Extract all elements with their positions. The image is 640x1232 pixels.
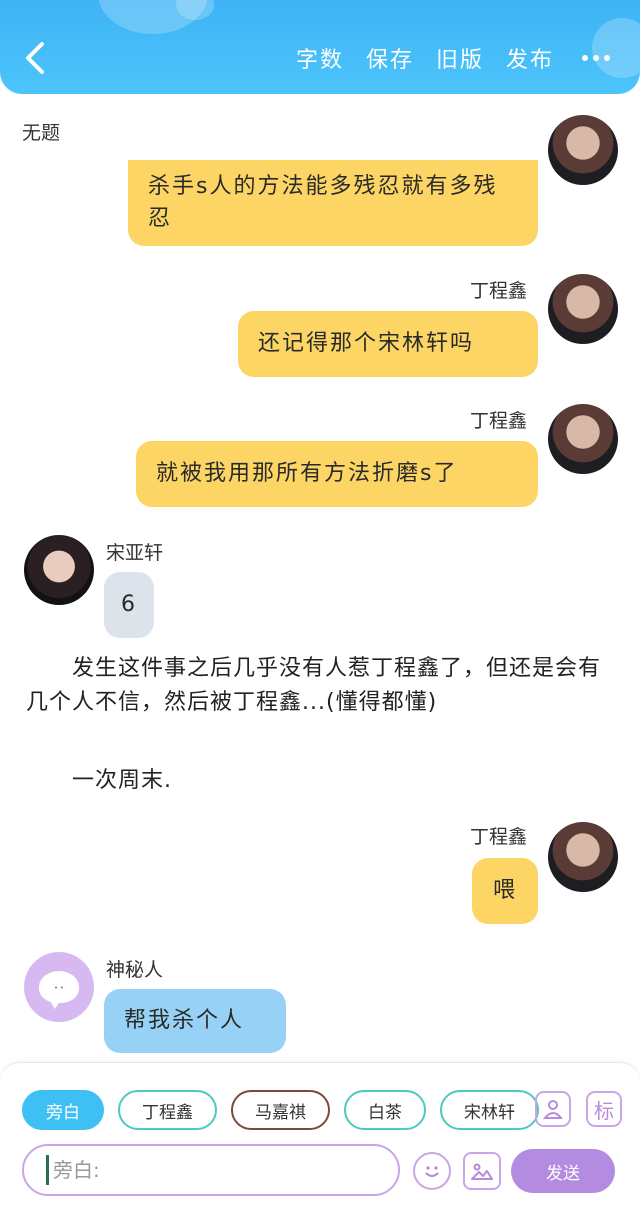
avatar-songyaxuan[interactable] xyxy=(24,535,94,605)
message-text: 就被我用那所有方法折磨s了 xyxy=(156,461,458,486)
role-chip-majiaqi[interactable]: 马嘉祺 xyxy=(231,1090,330,1130)
avatar-dingchengxin[interactable] xyxy=(548,822,618,892)
label-button[interactable]: 标 xyxy=(586,1091,622,1127)
sender-name: 神秘人 xyxy=(106,959,164,981)
avatar-dingchengxin[interactable] xyxy=(548,115,618,185)
message-text: 帮我杀个人 xyxy=(124,1008,245,1033)
sender-name: 丁程鑫 xyxy=(470,826,528,848)
more-icon[interactable] xyxy=(582,55,610,61)
message-bubble[interactable]: 就被我用那所有方法折磨s了 xyxy=(136,441,538,507)
narration-paragraph[interactable]: 发生这件事之后几乎没有人惹丁程鑫了，但还是会有几个人不信，然后被丁程鑫...(懂… xyxy=(26,652,616,720)
role-chip-dingchengxin[interactable]: 丁程鑫 xyxy=(118,1090,217,1130)
text-caret xyxy=(46,1155,49,1185)
character-manage-icon[interactable] xyxy=(535,1091,571,1127)
document-title[interactable]: 无题 xyxy=(22,118,60,145)
message-bubble[interactable]: 帮我杀个人 xyxy=(104,989,286,1053)
message-text: 喂 xyxy=(492,878,517,903)
role-chip-baicha[interactable]: 白茶 xyxy=(344,1090,426,1130)
avatar-dingchengxin[interactable] xyxy=(548,404,618,474)
message-bubble[interactable]: 6 xyxy=(104,572,154,638)
old-version-button[interactable]: 旧版 xyxy=(436,42,484,74)
narration-paragraph[interactable]: 一次周末. xyxy=(26,764,616,798)
message-text: 还记得那个宋林轩吗 xyxy=(258,331,475,356)
image-icon[interactable] xyxy=(463,1152,501,1190)
message-input-field[interactable] xyxy=(53,1158,373,1182)
message-input[interactable] xyxy=(22,1144,400,1196)
avatar-dingchengxin[interactable] xyxy=(548,274,618,344)
back-icon[interactable] xyxy=(18,38,52,78)
message-text: 6 xyxy=(121,592,137,617)
role-chip-narrator[interactable]: 旁白 xyxy=(22,1090,104,1130)
send-button[interactable]: 发送 xyxy=(511,1149,615,1193)
message-bubble[interactable]: 杀手s人的方法能多残忍就有多残忍 xyxy=(128,160,538,246)
chat-bubble-icon: ･･ xyxy=(39,971,79,1009)
sender-name: 丁程鑫 xyxy=(470,280,528,302)
sender-name: 宋亚轩 xyxy=(106,542,164,564)
message-bubble[interactable]: 喂 xyxy=(472,858,538,924)
top-bar: 字数 保存 旧版 发布 xyxy=(0,0,640,94)
message-text: 杀手s人的方法能多残忍就有多残忍 xyxy=(148,174,498,231)
emoji-icon[interactable] xyxy=(413,1152,451,1190)
message-bubble[interactable]: 还记得那个宋林轩吗 xyxy=(238,311,538,377)
role-chips: 旁白 丁程鑫 马嘉祺 白茶 宋林轩 xyxy=(22,1090,539,1130)
save-button[interactable]: 保存 xyxy=(366,42,414,74)
publish-button[interactable]: 发布 xyxy=(506,42,554,74)
role-chip-songlinxuan[interactable]: 宋林轩 xyxy=(440,1090,539,1130)
word-count-button[interactable]: 字数 xyxy=(296,42,344,74)
avatar-mystery-person[interactable]: ･･ xyxy=(24,952,94,1022)
sender-name: 丁程鑫 xyxy=(470,410,528,432)
